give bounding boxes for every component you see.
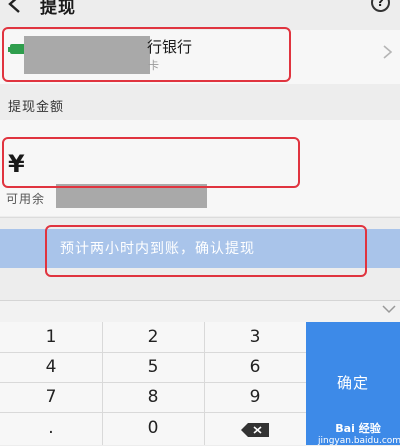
key-9[interactable]: 9 [204,382,306,412]
keyboard-confirm-label: 确定 [336,374,369,392]
keyboard-toolbar [0,300,400,323]
key-1[interactable]: 1 [0,322,102,352]
watermark: Bai 经验 jingyan.baidu.com [318,420,400,446]
chevron-down-icon[interactable] [382,304,396,314]
page-title: 提现 [40,0,76,18]
annotation-box-confirm [45,225,367,277]
key-0[interactable]: 0 [102,413,204,443]
amount-label: 提现金额 [8,100,65,115]
key-4[interactable]: 4 [0,352,102,382]
key-5[interactable]: 5 [102,352,204,382]
backspace-icon[interactable] [240,422,270,438]
key-6[interactable]: 6 [204,352,306,382]
key-decimal[interactable]: . [0,413,102,443]
annotation-box-amount [2,137,300,188]
key-8[interactable]: 8 [102,382,204,412]
annotation-box-bank [2,27,291,82]
divider [0,217,400,218]
key-7[interactable]: 7 [0,382,102,412]
watermark-line1: Bai 经验 [335,422,381,435]
back-icon[interactable] [6,0,24,14]
key-2[interactable]: 2 [102,322,204,352]
chevron-right-icon [383,45,393,59]
available-balance-label: 可用余 [6,192,46,206]
key-3[interactable]: 3 [204,322,306,352]
